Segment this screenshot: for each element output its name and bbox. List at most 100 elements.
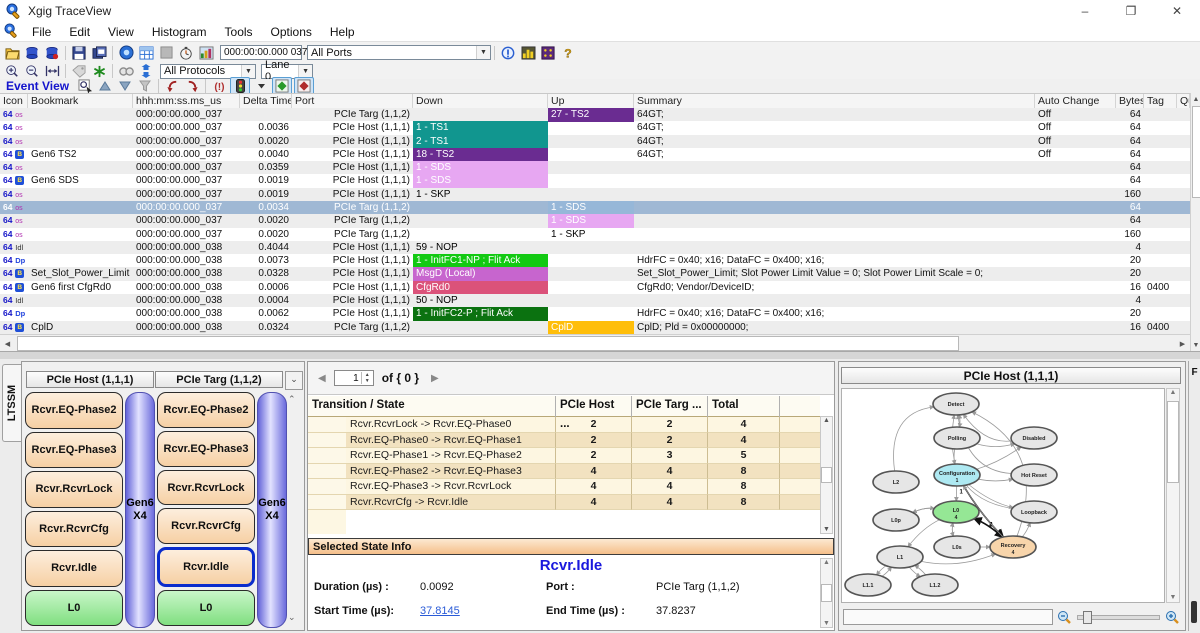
- transition-row[interactable]: Rcvr.EQ-Phase0 -> Rcvr.EQ-Phase1224: [308, 433, 820, 449]
- tag-cell[interactable]: 0400: [1144, 281, 1177, 294]
- tag-cell[interactable]: [1144, 121, 1177, 135]
- state-info-scroll-down-icon[interactable]: ▼: [823, 620, 830, 627]
- up-cell[interactable]: [548, 188, 634, 202]
- trace-vertical-scrollbar[interactable]: ▲ ▼: [1190, 93, 1200, 351]
- delta-time-cell[interactable]: 0.0020: [240, 135, 292, 149]
- pager-spinbox[interactable]: 1 ▲▼: [334, 370, 374, 386]
- trace-row[interactable]: 64 Dp000:00:00.000_0380.0073PCIe Host (1…: [0, 254, 1190, 267]
- timestamp-cell[interactable]: 000:00:00.000_038: [133, 321, 240, 334]
- filter-funnel-icon[interactable]: [136, 78, 154, 95]
- tag-cell[interactable]: [1144, 174, 1177, 187]
- ltssm-state-rcvr-eq-phase2[interactable]: Rcvr.EQ-Phase2: [25, 392, 123, 429]
- trace-row[interactable]: 64 os000:00:00.000_0370.0034PCIe Targ (1…: [0, 201, 1190, 214]
- up-cell[interactable]: [548, 307, 634, 320]
- host-count-cell[interactable]: 4: [556, 464, 632, 480]
- ltssm-state-rcvr-eq-phase2[interactable]: Rcvr.EQ-Phase2: [157, 392, 255, 428]
- menu-tools[interactable]: Tools: [216, 24, 262, 40]
- port-cell[interactable]: PCIe Host (1,1,1): [292, 188, 413, 202]
- transition-cell[interactable]: Rcvr.EQ-Phase0 -> Rcvr.EQ-Phase1: [308, 433, 556, 449]
- delta-time-cell[interactable]: 0.0036: [240, 121, 292, 135]
- trace-row[interactable]: 64 os000:00:00.000_0370.0036PCIe Host (1…: [0, 121, 1190, 134]
- diagram-node-l1_2[interactable]: L1.2: [912, 574, 958, 596]
- total-count-cell[interactable]: 8: [708, 464, 780, 480]
- trace-col-bookmark[interactable]: Bookmark: [28, 94, 133, 109]
- tag-cell[interactable]: [1144, 254, 1177, 267]
- targ-count-cell[interactable]: 2: [632, 417, 708, 433]
- up-cell[interactable]: 1 - SKP: [548, 228, 634, 242]
- bookmark-cell[interactable]: [28, 254, 133, 267]
- ltssm-dropdown-icon[interactable]: ⌄: [285, 371, 303, 390]
- trace-row[interactable]: 64 BGen6 first CfgRd0000:00:00.000_0380.…: [0, 281, 1190, 294]
- tag-cell[interactable]: [1144, 188, 1177, 202]
- summary-cell[interactable]: [634, 241, 1035, 254]
- up-cell[interactable]: [548, 241, 634, 254]
- diagram-node-loopback[interactable]: Loopback: [1011, 501, 1057, 523]
- timestamp-cell[interactable]: 000:00:00.000_037: [133, 161, 240, 175]
- tag-cell[interactable]: [1144, 161, 1177, 175]
- bytes-cell[interactable]: 20: [1116, 254, 1144, 267]
- icon-cell[interactable]: 64 os: [0, 135, 28, 149]
- auto-change-cell[interactable]: [1035, 161, 1116, 175]
- bytes-cell[interactable]: 160: [1116, 228, 1144, 242]
- auto-change-cell[interactable]: [1035, 307, 1116, 320]
- scroll-up-icon[interactable]: ▲: [1191, 93, 1200, 105]
- close-button[interactable]: ✕: [1154, 0, 1200, 22]
- state-info-scroll-up-icon[interactable]: ▲: [823, 559, 830, 566]
- tag-cell[interactable]: [1144, 201, 1177, 215]
- transition-scrollbar[interactable]: ▲ ▼: [820, 416, 833, 534]
- zoom-in-icon[interactable]: [1165, 610, 1180, 625]
- down-cell[interactable]: 1 - InitFC1-NP ; Flit Ack: [413, 254, 548, 267]
- trace-row[interactable]: 64 os000:00:00.000_0370.0359PCIe Host (1…: [0, 161, 1190, 174]
- trace-row[interactable]: 64 BGen6 TS2000:00:00.000_0370.0040PCIe …: [0, 148, 1190, 161]
- trace-row[interactable]: 64 BCplD000:00:00.000_0380.0324PCIe Targ…: [0, 321, 1190, 334]
- bookmark-cell[interactable]: Gen6 first CfgRd0: [28, 281, 133, 294]
- auto-change-cell[interactable]: [1035, 241, 1116, 254]
- auto-change-cell[interactable]: Off: [1035, 121, 1116, 135]
- up-cell[interactable]: [548, 254, 634, 267]
- bookmark-cell[interactable]: [28, 108, 133, 122]
- bookmark-cell[interactable]: [28, 294, 133, 307]
- jump-back-icon[interactable]: [163, 78, 181, 95]
- trace-col-down[interactable]: Down: [413, 94, 548, 109]
- summary-cell[interactable]: HdrFC = 0x40; x16; DataFC = 0x400; x16;: [634, 307, 1035, 320]
- ltssm-scroll-up-icon[interactable]: ⌃: [288, 394, 296, 405]
- diagram-node-l1[interactable]: L1: [877, 546, 923, 568]
- timestamp-cell[interactable]: 000:00:00.000_037: [133, 214, 240, 228]
- trace-row[interactable]: 64 os000:00:00.000_0370.0020PCIe Host (1…: [0, 135, 1190, 148]
- trace-col-port[interactable]: Port: [292, 94, 413, 109]
- fit-width-icon[interactable]: [43, 63, 61, 80]
- prev-up-icon[interactable]: [96, 78, 114, 95]
- delta-time-cell[interactable]: 0.0040: [240, 148, 292, 161]
- auto-change-cell[interactable]: [1035, 201, 1116, 215]
- caret-icon[interactable]: [252, 78, 270, 95]
- menu-file[interactable]: File: [23, 24, 60, 40]
- targ-count-cell[interactable]: 3: [632, 448, 708, 464]
- delta-time-cell[interactable]: 0.0019: [240, 174, 292, 187]
- trace-col-tag[interactable]: Tag: [1144, 94, 1177, 109]
- queue-cell[interactable]: [1177, 307, 1190, 320]
- maximize-button[interactable]: ❐: [1108, 0, 1154, 22]
- zoom-out-icon[interactable]: [23, 63, 41, 80]
- save-file-icon[interactable]: [70, 44, 88, 61]
- bookmark-cell[interactable]: [28, 228, 133, 242]
- down-cell[interactable]: 1 - InitFC2-P ; Flit Ack: [413, 307, 548, 320]
- port-cell[interactable]: PCIe Host (1,1,1): [292, 294, 413, 307]
- port-cell[interactable]: PCIe Host (1,1,1): [292, 267, 413, 280]
- trace-row[interactable]: 64 BSet_Slot_Power_Limit000:00:00.000_03…: [0, 267, 1190, 280]
- diagram-scroll-up-icon[interactable]: ▲: [1170, 389, 1177, 396]
- icon-cell[interactable]: 64 os: [0, 228, 28, 242]
- select-cursor-icon[interactable]: [76, 78, 94, 95]
- diagram-node-detect[interactable]: Detect: [933, 393, 979, 415]
- port-cell[interactable]: PCIe Host (1,1,1): [292, 121, 413, 135]
- down-cell[interactable]: 59 - NOP: [413, 241, 548, 254]
- bytes-cell[interactable]: 64: [1116, 135, 1144, 149]
- queue-cell[interactable]: [1177, 254, 1190, 267]
- bookmark-cell[interactable]: Set_Slot_Power_Limit: [28, 267, 133, 280]
- queue-cell[interactable]: [1177, 121, 1190, 135]
- trace-col-qu[interactable]: Qu: [1177, 94, 1190, 109]
- queue-cell[interactable]: [1177, 281, 1190, 294]
- targ-count-cell[interactable]: 4: [632, 479, 708, 495]
- ltssm-host-header[interactable]: PCIe Host (1,1,1): [26, 371, 154, 388]
- transition-cell[interactable]: Rcvr.RcvrLock -> Rcvr.EQ-Phase0: [308, 417, 556, 433]
- auto-change-cell[interactable]: [1035, 188, 1116, 202]
